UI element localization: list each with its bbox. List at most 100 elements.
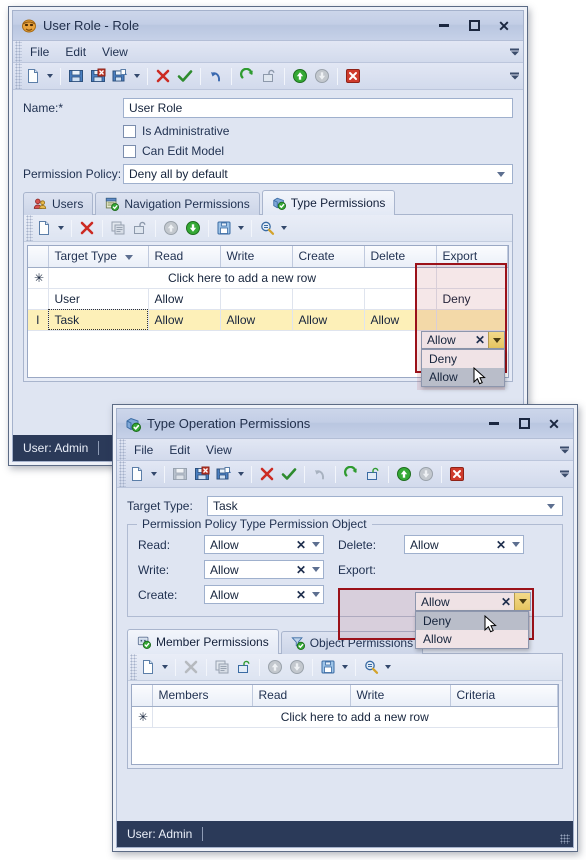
more-icon[interactable] bbox=[382, 656, 394, 678]
tab-object-permissions[interactable]: Object Permissions bbox=[280, 631, 424, 654]
cell-target-type[interactable]: Task bbox=[48, 309, 149, 331]
move-down-icon[interactable] bbox=[286, 656, 308, 678]
export-field-editor[interactable]: Allow ✕ bbox=[415, 592, 531, 611]
clear-icon[interactable]: ✕ bbox=[293, 588, 309, 602]
sort-arrow-icon[interactable] bbox=[124, 254, 133, 260]
menubar-overflow-icon[interactable] bbox=[510, 48, 519, 55]
new-row-caret[interactable] bbox=[55, 217, 67, 239]
save-new-icon[interactable] bbox=[213, 463, 235, 485]
menu-view[interactable]: View bbox=[94, 43, 136, 61]
toolbar-overflow-icon[interactable] bbox=[560, 470, 569, 478]
toolbar-overflow-icon[interactable] bbox=[510, 72, 519, 80]
cell-write[interactable]: Allow bbox=[220, 309, 293, 331]
new-row-placeholder[interactable]: ✳ Click here to add a new row bbox=[132, 706, 558, 728]
delete-row-icon[interactable] bbox=[180, 656, 202, 678]
table-row[interactable]: I Task Allow Allow Allow Allow bbox=[28, 309, 508, 331]
write-select[interactable]: Allow ✕ bbox=[204, 560, 324, 579]
move-up-icon[interactable] bbox=[264, 656, 286, 678]
new-dropdown-caret[interactable] bbox=[44, 65, 56, 87]
column-header-criteria[interactable]: Criteria bbox=[450, 685, 558, 707]
grid-toolbar-gripper[interactable] bbox=[26, 215, 33, 241]
save-dropdown-caret[interactable] bbox=[235, 463, 247, 485]
new-document-icon[interactable] bbox=[22, 65, 44, 87]
column-header-export[interactable]: Export bbox=[436, 246, 508, 268]
grid-toolbar-gripper[interactable] bbox=[130, 654, 137, 680]
unlock-row-icon[interactable] bbox=[129, 217, 151, 239]
column-header-read[interactable]: Read bbox=[148, 246, 221, 268]
cancel-icon[interactable] bbox=[446, 463, 468, 485]
save-close-icon[interactable] bbox=[191, 463, 213, 485]
clear-icon[interactable]: ✕ bbox=[472, 333, 488, 347]
checkbox-box[interactable] bbox=[123, 144, 136, 158]
maximize-button[interactable] bbox=[459, 15, 489, 37]
export-dropdown-popup[interactable]: Deny Allow bbox=[421, 349, 505, 387]
move-down-icon[interactable] bbox=[415, 463, 437, 485]
edit-row-icon[interactable] bbox=[107, 217, 129, 239]
menubar-gripper[interactable] bbox=[119, 439, 126, 460]
clear-icon[interactable]: ✕ bbox=[498, 595, 514, 609]
save-icon[interactable] bbox=[65, 65, 87, 87]
cell-delete[interactable] bbox=[364, 288, 437, 310]
tab-users[interactable]: Users bbox=[23, 192, 94, 215]
more-icon[interactable] bbox=[278, 217, 290, 239]
clear-icon[interactable]: ✕ bbox=[493, 538, 509, 552]
new-row-icon[interactable] bbox=[33, 217, 55, 239]
member-permissions-grid[interactable]: Members Read Write Criteria ✳ Click here… bbox=[131, 684, 559, 765]
menubar-gripper[interactable] bbox=[15, 41, 22, 62]
menu-file[interactable]: File bbox=[22, 43, 57, 61]
new-row-placeholder[interactable]: ✳ Click here to add a new row bbox=[28, 267, 508, 289]
toolbar-gripper[interactable] bbox=[15, 63, 22, 89]
column-header-target-type[interactable]: Target Type bbox=[48, 246, 149, 268]
cell-create[interactable]: Allow bbox=[292, 309, 365, 331]
new-document-icon[interactable] bbox=[126, 463, 148, 485]
column-header-write[interactable]: Write bbox=[220, 246, 293, 268]
cell-export[interactable] bbox=[436, 309, 508, 331]
cell-create[interactable] bbox=[292, 288, 365, 310]
move-up-icon[interactable] bbox=[160, 217, 182, 239]
move-down-icon[interactable] bbox=[182, 217, 204, 239]
save-new-icon[interactable] bbox=[109, 65, 131, 87]
unlock-row-icon[interactable] bbox=[233, 656, 255, 678]
new-dropdown-caret[interactable] bbox=[148, 463, 160, 485]
minimize-button[interactable] bbox=[429, 15, 459, 37]
export-cell-editor[interactable]: Allow ✕ bbox=[421, 331, 505, 349]
is-administrative-checkbox[interactable]: Is Administrative bbox=[123, 124, 229, 138]
cell-read[interactable]: Allow bbox=[148, 288, 221, 310]
undo-icon[interactable] bbox=[205, 65, 227, 87]
menu-edit[interactable]: Edit bbox=[57, 43, 94, 61]
cell-target-type[interactable]: User bbox=[48, 288, 149, 310]
undo-icon[interactable] bbox=[309, 463, 331, 485]
chevron-down-icon[interactable] bbox=[497, 171, 505, 177]
refresh-icon[interactable] bbox=[340, 463, 362, 485]
window-type-operation-titlebar[interactable]: Type Operation Permissions ✕ bbox=[117, 409, 573, 439]
close-button[interactable]: ✕ bbox=[539, 413, 569, 435]
table-row[interactable]: User Allow Deny bbox=[28, 288, 508, 310]
export-field-dropdown-popup[interactable]: Deny Allow bbox=[415, 611, 529, 649]
filter-icon[interactable] bbox=[256, 217, 278, 239]
delete-select[interactable]: Allow ✕ bbox=[404, 535, 524, 554]
column-header-read[interactable]: Read bbox=[252, 685, 351, 707]
move-up-icon[interactable] bbox=[393, 463, 415, 485]
cell-delete[interactable]: Allow bbox=[364, 309, 437, 331]
cell-write[interactable] bbox=[220, 288, 293, 310]
menubar-overflow-icon[interactable] bbox=[560, 446, 569, 453]
move-up-icon[interactable] bbox=[289, 65, 311, 87]
chevron-down-icon[interactable] bbox=[309, 567, 323, 572]
chevron-down-icon[interactable] bbox=[309, 592, 323, 597]
clear-icon[interactable]: ✕ bbox=[293, 538, 309, 552]
chevron-down-icon[interactable] bbox=[514, 593, 530, 610]
menu-view[interactable]: View bbox=[198, 441, 240, 459]
new-row-hint[interactable]: Click here to add a new row bbox=[48, 267, 437, 289]
tab-member-permissions[interactable]: Member Permissions bbox=[127, 629, 279, 654]
new-row-icon[interactable] bbox=[137, 656, 159, 678]
tab-type-permissions[interactable]: Type Permissions bbox=[261, 190, 396, 215]
delete-row-icon[interactable] bbox=[76, 217, 98, 239]
read-select[interactable]: Allow ✕ bbox=[204, 535, 324, 554]
tab-navigation-permissions[interactable]: Navigation Permissions bbox=[95, 192, 260, 215]
dropdown-option-deny[interactable]: Deny bbox=[416, 612, 528, 630]
chevron-down-icon[interactable] bbox=[488, 332, 504, 348]
create-select[interactable]: Allow ✕ bbox=[204, 585, 324, 604]
menu-file[interactable]: File bbox=[126, 441, 161, 459]
close-button[interactable]: ✕ bbox=[489, 15, 519, 37]
delete-icon[interactable] bbox=[152, 65, 174, 87]
